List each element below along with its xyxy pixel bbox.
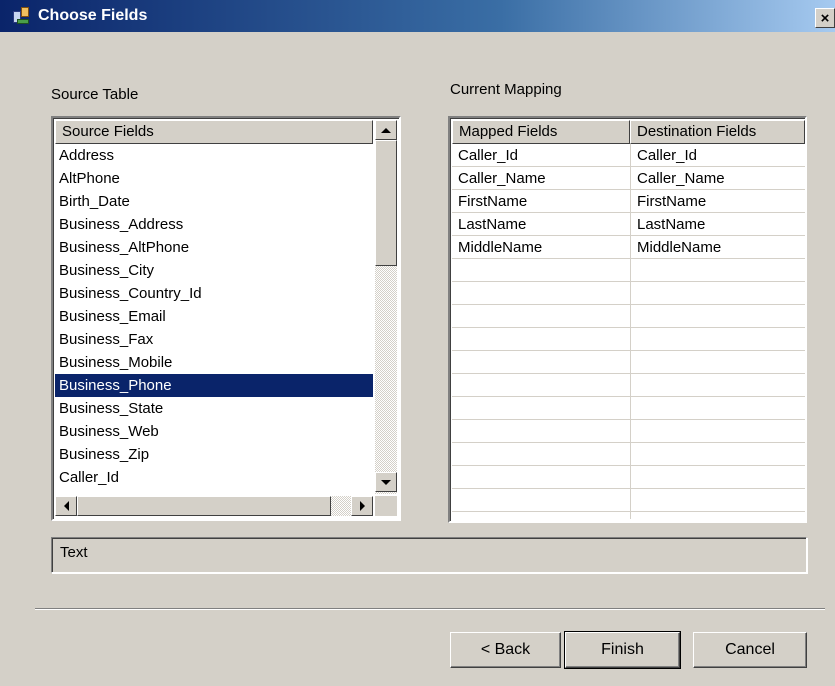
source-fields-header[interactable]: Source Fields: [55, 120, 373, 144]
close-icon: ×: [820, 9, 830, 27]
source-field-item[interactable]: Address: [55, 144, 373, 167]
current-mapping-grid[interactable]: Mapped Fields Destination Fields Caller_…: [448, 116, 807, 523]
separator-line: [35, 608, 825, 610]
source-field-item[interactable]: Business_Web: [55, 420, 373, 443]
scroll-right-button[interactable]: [351, 496, 373, 516]
grid-column-line: [630, 144, 631, 519]
source-field-item[interactable]: Business_Country_Id: [55, 282, 373, 305]
finish-button[interactable]: Finish: [564, 631, 681, 669]
grid-row-line: [452, 396, 805, 397]
source-field-item[interactable]: Business_State: [55, 397, 373, 420]
source-field-item[interactable]: Birth_Date: [55, 190, 373, 213]
source-field-item[interactable]: AltPhone: [55, 167, 373, 190]
arrow-left-icon: [63, 501, 69, 511]
field-description-text: Text: [60, 544, 88, 561]
source-field-item[interactable]: Business_AltPhone: [55, 236, 373, 259]
grid-row-line: [452, 350, 805, 351]
scroll-down-button[interactable]: [375, 472, 397, 492]
arrow-up-icon: [381, 127, 391, 133]
grid-row-line: [452, 419, 805, 420]
window-title: Choose Fields: [38, 7, 148, 24]
destination-field-cell[interactable]: LastName: [633, 213, 803, 236]
destination-fields-header[interactable]: Destination Fields: [630, 120, 805, 144]
mapped-field-cell[interactable]: LastName: [454, 213, 628, 236]
close-button[interactable]: ×: [815, 8, 835, 28]
scroll-up-button[interactable]: [375, 120, 397, 140]
source-field-item[interactable]: Business_Phone: [55, 374, 373, 397]
mapped-field-cell[interactable]: MiddleName: [454, 236, 628, 259]
horizontal-scroll-thumb[interactable]: [77, 496, 331, 516]
grid-row-line: [452, 465, 805, 466]
source-field-item[interactable]: Business_City: [55, 259, 373, 282]
scroll-corner: [375, 496, 397, 516]
source-fields-list[interactable]: Source Fields Address AltPhone Birth_Date B…: [51, 116, 401, 521]
cancel-button[interactable]: Cancel: [693, 632, 807, 668]
grid-row-line: [452, 373, 805, 374]
source-field-item[interactable]: Business_Email: [55, 305, 373, 328]
arrow-down-icon: [381, 479, 391, 485]
grid-row-line: [452, 442, 805, 443]
destination-field-cell[interactable]: FirstName: [633, 190, 803, 213]
mapped-field-cell[interactable]: Caller_Name: [454, 167, 628, 190]
title-bar: Choose Fields ×: [0, 0, 835, 32]
mapped-field-cell[interactable]: Caller_Id: [454, 144, 628, 167]
grid-row-line: [452, 327, 805, 328]
grid-row-line: [452, 304, 805, 305]
source-field-item[interactable]: Business_Mobile: [55, 351, 373, 374]
destination-field-cell[interactable]: MiddleName: [633, 236, 803, 259]
mapped-fields-header[interactable]: Mapped Fields: [452, 120, 630, 144]
field-description-box: Text: [51, 537, 807, 573]
current-mapping-label: Current Mapping: [450, 81, 562, 98]
source-field-item[interactable]: Business_Fax: [55, 328, 373, 351]
grid-row-line: [452, 281, 805, 282]
destination-field-cell[interactable]: Caller_Id: [633, 144, 803, 167]
app-icon: [12, 6, 32, 26]
mapped-field-cell[interactable]: FirstName: [454, 190, 628, 213]
grid-row-line: [452, 488, 805, 489]
arrow-right-icon: [359, 501, 365, 511]
vertical-scroll-thumb[interactable]: [375, 140, 397, 266]
source-field-item[interactable]: Business_Zip: [55, 443, 373, 466]
source-table-label: Source Table: [51, 86, 139, 103]
scroll-left-button[interactable]: [55, 496, 77, 516]
grid-row-line: [452, 511, 805, 512]
back-button[interactable]: < Back: [450, 632, 561, 668]
source-field-item[interactable]: Caller_Id: [55, 466, 373, 489]
destination-field-cell[interactable]: Caller_Name: [633, 167, 803, 190]
source-field-item[interactable]: Business_Address: [55, 213, 373, 236]
